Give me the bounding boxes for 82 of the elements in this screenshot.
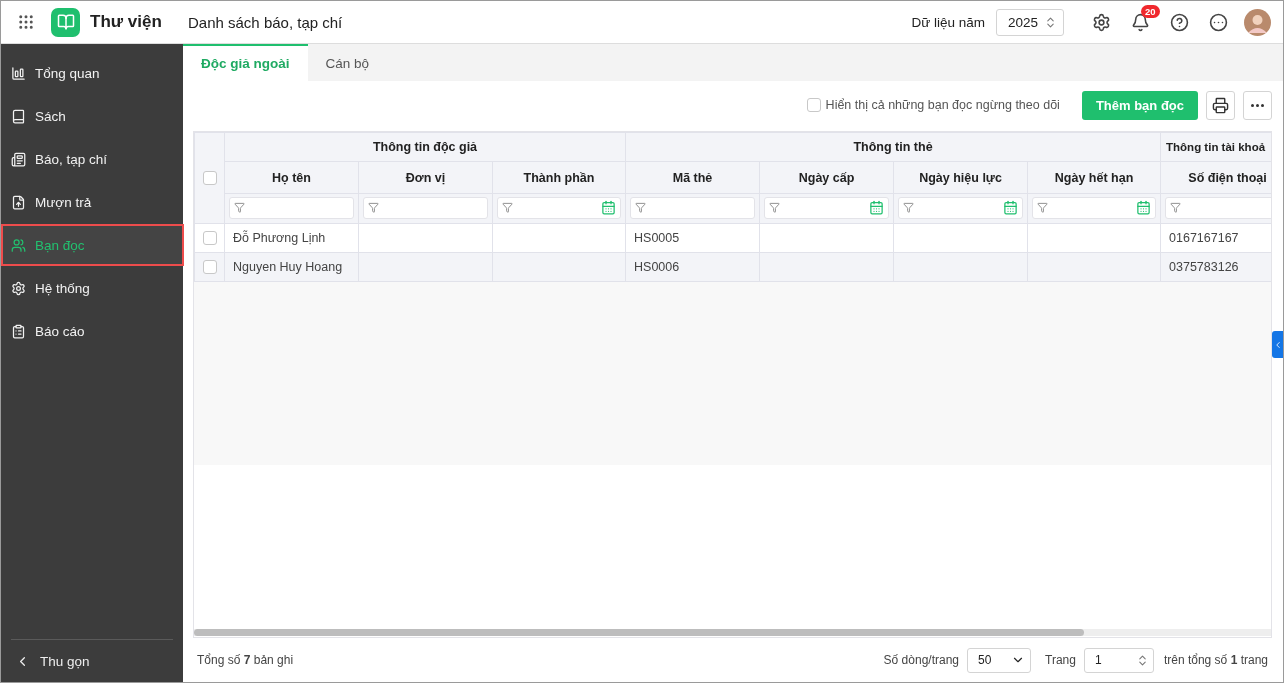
table-cell: 0167167167 xyxy=(1169,231,1239,245)
sidebar-item[interactable]: Hệ thống xyxy=(3,269,182,307)
filter-icon xyxy=(368,202,379,213)
more-icon[interactable] xyxy=(1209,12,1228,32)
checkbox[interactable] xyxy=(806,98,821,112)
filter-field[interactable] xyxy=(1032,196,1157,219)
sidebar-item[interactable]: Tổng quan xyxy=(3,54,182,92)
column-header[interactable]: Thành phần xyxy=(492,161,626,194)
filter-field[interactable] xyxy=(497,196,621,219)
more-button[interactable] xyxy=(1243,90,1272,120)
calendar-icon[interactable] xyxy=(1136,200,1152,215)
tab[interactable]: Cán bộ xyxy=(307,44,388,81)
menu-icon xyxy=(11,151,26,167)
book-logo-icon xyxy=(51,7,80,37)
page-label: Trang xyxy=(1045,653,1076,667)
collapse-button[interactable]: Thu gọn xyxy=(11,639,173,682)
year-field[interactable]: 2025 xyxy=(996,8,1064,36)
page-field[interactable]: 1 xyxy=(1083,647,1154,673)
checkbox-label: Hiển thị cả những bạn đọc ngừng theo dõi xyxy=(825,98,1060,112)
settings-icon[interactable] xyxy=(1092,12,1111,32)
row-checkbox[interactable] xyxy=(202,231,217,246)
column-header[interactable]: Họ tên xyxy=(224,161,359,194)
column-header[interactable]: Ngày hết hạn xyxy=(1027,161,1161,194)
record-count: Tổng số 7 bản ghi xyxy=(197,653,294,667)
filter-icon xyxy=(1037,202,1048,213)
expand-panel-button[interactable] xyxy=(1272,331,1283,358)
printer-icon xyxy=(1212,96,1229,114)
filter-icon xyxy=(769,202,780,213)
menu-icon xyxy=(11,65,26,81)
column-header[interactable]: Ngày cấp xyxy=(759,161,894,194)
filter-field[interactable] xyxy=(630,196,755,219)
filter-icon xyxy=(502,202,513,213)
menu-icon xyxy=(11,237,26,253)
help-icon[interactable] xyxy=(1170,12,1189,32)
table-cell: HS0005 xyxy=(634,231,680,245)
apps-grid-icon[interactable] xyxy=(17,13,35,31)
column-group-header: Thông tin tài khoả xyxy=(1160,132,1271,162)
select-all-checkbox[interactable] xyxy=(202,171,217,186)
filter-field[interactable] xyxy=(764,196,889,219)
table-cell: Đỗ Phương Lịnh xyxy=(233,231,326,245)
notification-badge: 20 xyxy=(1141,4,1160,18)
sidebar-item[interactable]: Báo, tạp chí xyxy=(3,140,182,178)
menu-icon xyxy=(11,194,26,210)
filter-field[interactable] xyxy=(363,196,488,219)
column-group-header: Thông tin thẻ xyxy=(625,132,1161,162)
sidebar-item[interactable]: Sách xyxy=(3,97,182,135)
table-cell: Nguyen Huy Hoang xyxy=(233,260,343,274)
avatar[interactable] xyxy=(1244,8,1271,36)
filter-icon xyxy=(234,202,245,213)
calendar-icon[interactable] xyxy=(601,200,616,215)
calendar-icon[interactable] xyxy=(1003,200,1018,215)
filter-icon xyxy=(903,202,914,213)
row-checkbox[interactable] xyxy=(202,260,217,275)
calendar-icon[interactable] xyxy=(869,200,884,215)
stepper-icon[interactable] xyxy=(1044,15,1057,29)
column-header[interactable]: Số điện thoại xyxy=(1160,161,1271,194)
column-group-header: Thông tin độc giả xyxy=(224,132,626,162)
column-header[interactable]: Đơn vị xyxy=(358,161,493,194)
print-button[interactable] xyxy=(1206,90,1235,120)
sidebar-item[interactable]: Báo cáo xyxy=(3,312,182,350)
page-size-label: Số dòng/trang xyxy=(883,653,959,667)
page-title: Danh sách báo, tạp chí xyxy=(188,13,344,31)
column-header[interactable]: Ngày hiệu lực xyxy=(893,161,1028,194)
year-label: Dữ liệu năm xyxy=(911,14,985,30)
sidebar-item[interactable]: Bạn đọc xyxy=(3,226,182,264)
table-cell: HS0006 xyxy=(634,260,680,274)
menu-icon xyxy=(11,323,26,339)
scrollbar-thumb[interactable] xyxy=(194,629,1084,636)
app-title: Thư viện xyxy=(90,12,163,32)
page-size-select[interactable]: 50 xyxy=(967,647,1031,673)
menu-icon xyxy=(11,108,26,124)
column-header[interactable]: Mã thẻ xyxy=(625,161,760,194)
menu-icon xyxy=(11,280,26,296)
filter-icon xyxy=(1170,202,1182,213)
filter-icon xyxy=(635,202,646,213)
filter-field[interactable] xyxy=(898,196,1023,219)
ellipsis-icon xyxy=(1251,103,1264,107)
page-total: trên tổng số 1 trang xyxy=(1163,653,1268,667)
filter-field[interactable] xyxy=(229,196,354,219)
sidebar-item[interactable]: Mượn trả xyxy=(3,183,182,221)
filter-field[interactable] xyxy=(1165,196,1271,219)
table-cell: 0375783126 xyxy=(1169,260,1239,274)
